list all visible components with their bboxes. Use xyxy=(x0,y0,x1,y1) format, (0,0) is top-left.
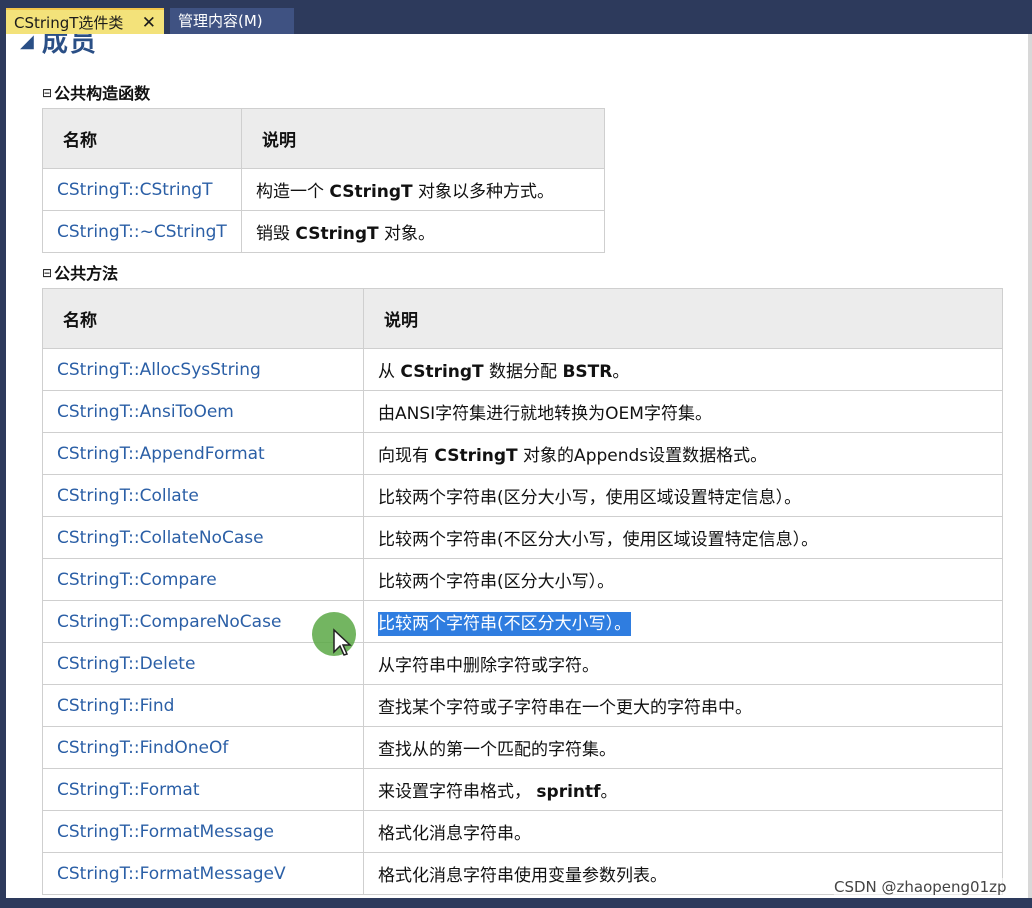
section-title: 公共构造函数 xyxy=(54,84,151,103)
member-link[interactable]: CStringT::FindOneOf xyxy=(42,726,364,769)
tab-cstringt[interactable]: CStringT选件类 ✕ xyxy=(6,8,164,34)
table-row: CStringT::CompareNoCase 比较两个字符串(不区分大小写）。 xyxy=(42,600,1003,643)
table-row: CStringT::FormatMessage 格式化消息字符串。 xyxy=(42,810,1003,853)
table-header-row: 名称 说明 xyxy=(42,108,605,169)
member-link[interactable]: CStringT::~CStringT xyxy=(42,210,242,253)
table-row: CStringT::Find 查找某个字符或子字符串在一个更大的字符串中。 xyxy=(42,684,1003,727)
methods-table: 名称 说明 CStringT::AllocSysString 从 CString… xyxy=(42,288,1003,895)
member-link[interactable]: CStringT::Find xyxy=(42,684,364,727)
window-edge xyxy=(0,898,1032,908)
section-public-methods[interactable]: ⊟ 公共方法 xyxy=(42,260,118,284)
document-tab-bar: CStringT选件类 ✕ 管理内容(M) xyxy=(0,0,1032,34)
member-description: 查找某个字符或子字符串在一个更大的字符串中。 xyxy=(363,684,1003,727)
member-description: 向现有 CStringT 对象的Appends设置数据格式。 xyxy=(363,432,1003,475)
collapse-toggle-icon[interactable]: ⊟ xyxy=(42,266,52,280)
member-description: 比较两个字符串(区分大小写）。 xyxy=(363,558,1003,601)
member-link[interactable]: CStringT::FormatMessageV xyxy=(42,852,364,895)
member-link[interactable]: CStringT::Format xyxy=(42,768,364,811)
table-row: CStringT::Compare 比较两个字符串(区分大小写）。 xyxy=(42,558,1003,601)
table-row: CStringT::CStringT 构造一个 CStringT 对象以多种方式… xyxy=(42,168,605,211)
member-description: 比较两个字符串(不区分大小写，使用区域设置特定信息）。 xyxy=(363,516,1003,559)
page-title: ◢ 成员 xyxy=(20,34,98,59)
selected-text[interactable]: 比较两个字符串(不区分大小写）。 xyxy=(378,612,632,636)
tab-manage-content-label: 管理内容(M) xyxy=(178,12,263,30)
member-description: 从 CStringT 数据分配 BSTR。 xyxy=(363,348,1003,391)
member-link[interactable]: CStringT::CollateNoCase xyxy=(42,516,364,559)
constructors-table: 名称 说明 CStringT::CStringT 构造一个 CStringT 对… xyxy=(42,108,605,253)
member-description: 销毁 CStringT 对象。 xyxy=(241,210,605,253)
member-description: 比较两个字符串(区分大小写，使用区域设置特定信息）。 xyxy=(363,474,1003,517)
member-description: 查找从的第一个匹配的字符集。 xyxy=(363,726,1003,769)
collapse-triangle-icon[interactable]: ◢ xyxy=(20,34,36,52)
member-link[interactable]: CStringT::CStringT xyxy=(42,168,242,211)
member-link[interactable]: CStringT::AllocSysString xyxy=(42,348,364,391)
table-header-row: 名称 说明 xyxy=(42,288,1003,349)
member-description: 比较两个字符串(不区分大小写）。 xyxy=(363,600,1003,643)
table-row: CStringT::~CStringT 销毁 CStringT 对象。 xyxy=(42,210,605,253)
tab-manage-content[interactable]: 管理内容(M) xyxy=(170,8,294,34)
watermark: CSDN @zhaopeng01zp xyxy=(834,878,1007,896)
table-row: CStringT::Delete 从字符串中删除字符或字符。 xyxy=(42,642,1003,685)
member-description: 构造一个 CStringT 对象以多种方式。 xyxy=(241,168,605,211)
member-link[interactable]: CStringT::Compare xyxy=(42,558,364,601)
mouse-pointer-icon xyxy=(333,628,352,656)
table-row: CStringT::CollateNoCase 比较两个字符串(不区分大小写，使… xyxy=(42,516,1003,559)
page-title-text: 成员 xyxy=(41,34,98,58)
table-row: CStringT::FindOneOf 查找从的第一个匹配的字符集。 xyxy=(42,726,1003,769)
column-header-name: 名称 xyxy=(42,108,242,169)
member-description: 格式化消息字符串。 xyxy=(363,810,1003,853)
member-link[interactable]: CStringT::AnsiToOem xyxy=(42,390,364,433)
member-link[interactable]: CStringT::Delete xyxy=(42,642,364,685)
close-icon[interactable]: ✕ xyxy=(142,10,156,36)
table-row: CStringT::Format 来设置字符串格式， sprintf。 xyxy=(42,768,1003,811)
section-title: 公共方法 xyxy=(54,264,119,283)
member-description: 来设置字符串格式， sprintf。 xyxy=(363,768,1003,811)
member-description: 从字符串中删除字符或字符。 xyxy=(363,642,1003,685)
table-row: CStringT::AllocSysString 从 CStringT 数据分配… xyxy=(42,348,1003,391)
tab-cstringt-label: CStringT选件类 xyxy=(14,14,124,32)
member-link[interactable]: CStringT::FormatMessage xyxy=(42,810,364,853)
column-header-desc: 说明 xyxy=(241,108,605,169)
table-row: CStringT::Collate 比较两个字符串(区分大小写，使用区域设置特定… xyxy=(42,474,1003,517)
collapse-toggle-icon[interactable]: ⊟ xyxy=(42,86,52,100)
table-row: CStringT::AppendFormat 向现有 CStringT 对象的A… xyxy=(42,432,1003,475)
column-header-name: 名称 xyxy=(42,288,364,349)
help-document: ◢ 成员 ⊟ 公共构造函数 名称 说明 CStringT::CStringT 构造一… xyxy=(6,34,1028,898)
table-row: CStringT::AnsiToOem 由ANSI字符集进行就地转换为OEM字符… xyxy=(42,390,1003,433)
member-description: 由ANSI字符集进行就地转换为OEM字符集。 xyxy=(363,390,1003,433)
member-link[interactable]: CStringT::Collate xyxy=(42,474,364,517)
section-public-constructors[interactable]: ⊟ 公共构造函数 xyxy=(42,80,150,104)
vertical-scrollbar[interactable] xyxy=(1028,34,1032,898)
column-header-desc: 说明 xyxy=(363,288,1003,349)
member-link[interactable]: CStringT::AppendFormat xyxy=(42,432,364,475)
